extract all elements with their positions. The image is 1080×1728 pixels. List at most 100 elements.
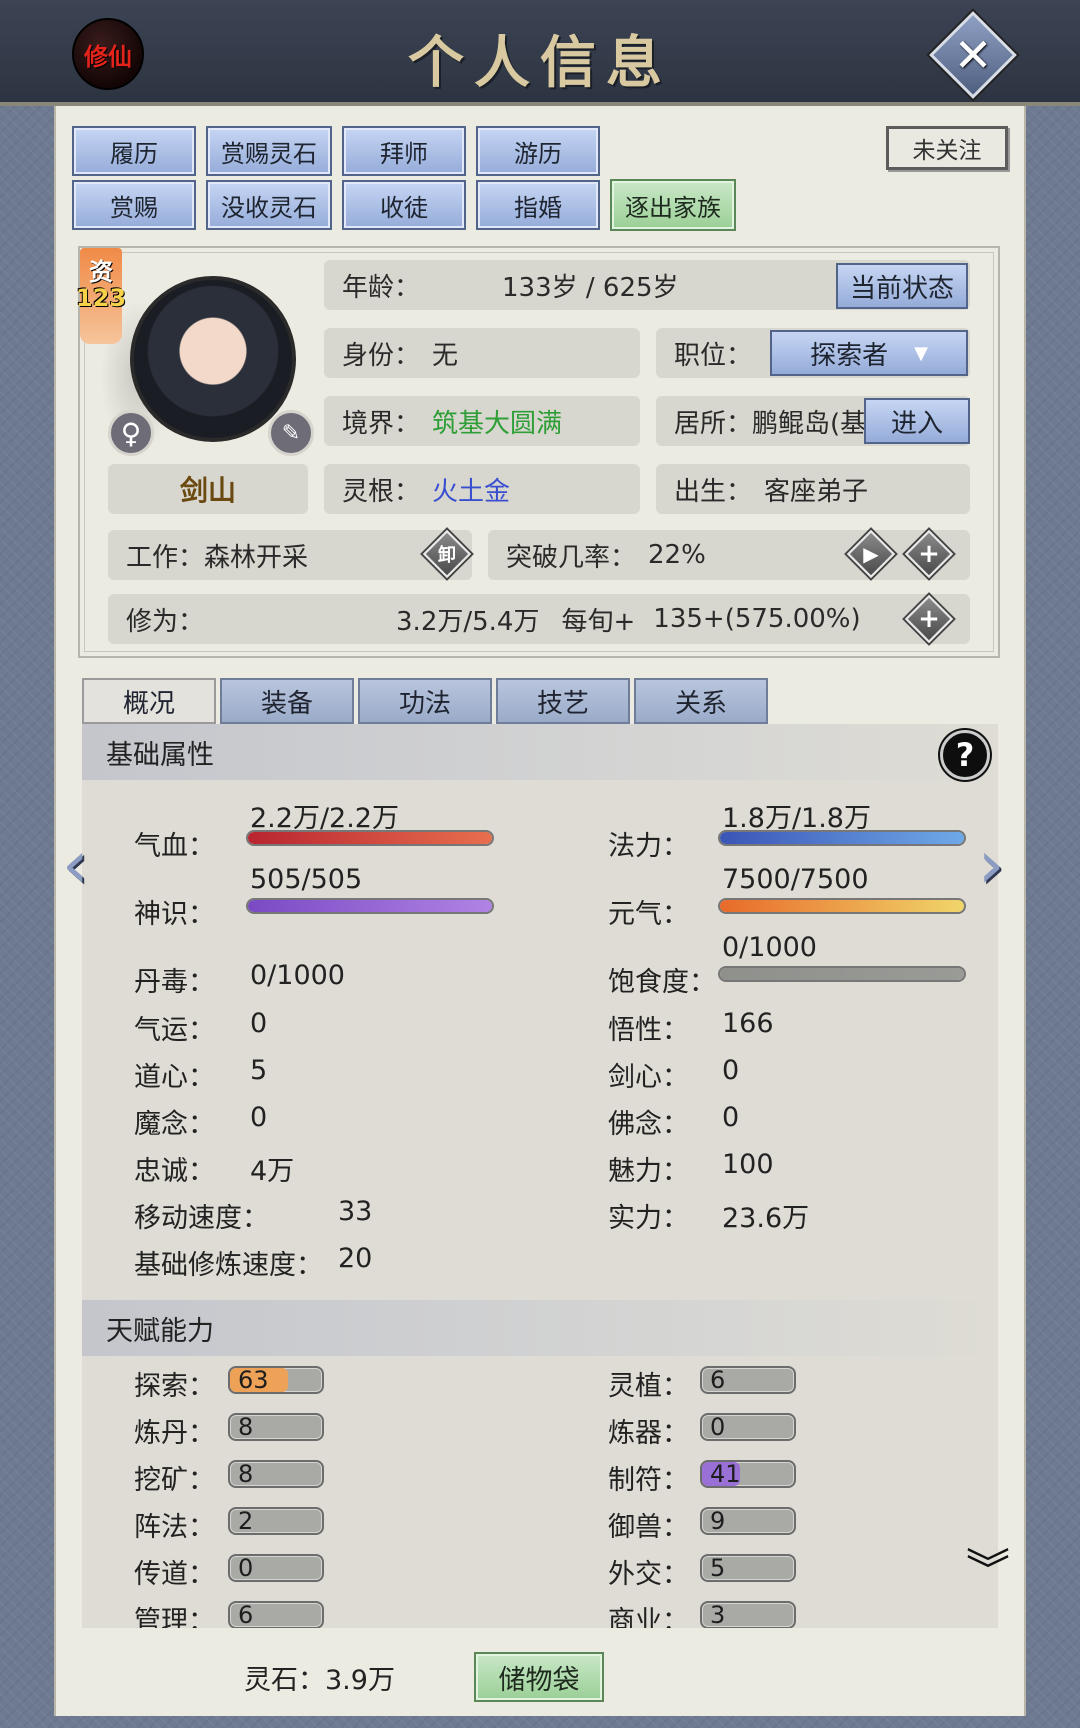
help-button[interactable]: ?: [940, 730, 990, 780]
realm-value: 筑基大圆满: [432, 408, 563, 439]
spirit-root-field: 灵根： 火土金: [324, 464, 640, 514]
talent-value-preaching: 0: [238, 1554, 254, 1582]
talent-value-formation: 2: [238, 1507, 254, 1535]
talent-bar-diplomacy: 5: [700, 1554, 796, 1582]
confiscate-stones-button[interactable]: 没收灵石: [206, 180, 332, 230]
position-value: 探索者: [810, 340, 889, 371]
spirit-root-label: 灵根：: [342, 476, 421, 507]
talent-value-beast-taming: 9: [710, 1507, 726, 1535]
pill-poison-label: 丹毒：: [134, 967, 215, 998]
take-disciple-button[interactable]: 收徒: [342, 180, 466, 230]
next-character-icon[interactable]: ›: [978, 826, 1004, 903]
birth-field: 出生： 客座弟子: [656, 464, 970, 514]
tab-techniques[interactable]: 功法: [358, 678, 492, 724]
talent-bar-planting: 6: [700, 1366, 796, 1394]
talent-value-talisman: 41: [710, 1460, 741, 1488]
plus-icon[interactable]: +: [912, 537, 946, 571]
enter-residence-button[interactable]: 进入: [864, 398, 970, 444]
mana-bar: [718, 830, 966, 846]
talent-label-formation: 阵法：: [134, 1512, 215, 1543]
satiety-bar-fill: [720, 968, 964, 980]
age-value: 133岁 / 625岁: [502, 272, 679, 303]
tab-relations[interactable]: 关系: [634, 678, 768, 724]
unequip-icon[interactable]: 卸: [430, 537, 464, 571]
talent-bar-commerce: 3: [700, 1601, 796, 1628]
talent-value-planting: 6: [710, 1366, 726, 1394]
vitality-value: 7500/7500: [722, 864, 869, 895]
chevron-down-icon: ▼: [914, 342, 928, 364]
female-icon: ♀: [108, 410, 154, 456]
position-dropdown[interactable]: 探索者 ▼: [770, 330, 968, 376]
talent-bar-talisman: 41: [700, 1460, 796, 1488]
follow-toggle-button[interactable]: 未关注: [886, 126, 1008, 170]
current-status-button[interactable]: 当前状态: [836, 263, 968, 309]
character-name[interactable]: 剑山: [108, 464, 308, 514]
talent-bar-alchemy: 8: [228, 1413, 324, 1441]
talent-bar-explore: 63: [228, 1366, 324, 1394]
hp-label: 气血：: [134, 831, 215, 862]
history-button[interactable]: 履历: [72, 126, 196, 176]
realm-label: 境界：: [342, 408, 421, 439]
dao-heart-label: 道心：: [134, 1062, 215, 1093]
cultivation-field: 修为： 3.2万/5.4万 每旬+ 135+(575.00%): [108, 594, 970, 644]
expel-from-clan-button[interactable]: 逐出家族: [610, 179, 736, 231]
loyalty-label: 忠诚：: [134, 1156, 215, 1187]
tab-overview[interactable]: 概况: [82, 678, 216, 724]
tab-equipment[interactable]: 装备: [220, 678, 354, 724]
birth-value: 客座弟子: [764, 476, 869, 507]
vitality-bar-fill: [720, 900, 964, 912]
talent-header: 天赋能力: [82, 1300, 998, 1356]
breakthrough-label: 突破几率：: [506, 542, 637, 573]
mana-bar-fill: [720, 832, 964, 844]
scroll-down-icon[interactable]: ︾: [966, 1549, 1010, 1593]
work-field: 工作： 森林开采: [108, 530, 472, 580]
talent-bar-formation: 2: [228, 1507, 324, 1535]
previous-character-icon[interactable]: ‹: [62, 826, 88, 903]
strength-label: 实力：: [608, 1203, 689, 1234]
breakthrough-value: 22%: [648, 540, 706, 570]
spirit-stones-label: 灵石：: [244, 1665, 325, 1696]
spirit-stones: 灵石：3.9万: [244, 1658, 395, 1697]
talent-label-talisman: 制符：: [608, 1465, 689, 1496]
close-icon[interactable]: ✕: [942, 20, 1004, 90]
cultivation-value: 3.2万/5.4万: [396, 606, 540, 637]
cultivation-rate-value: 135+(575.00%): [653, 604, 861, 634]
tab-skills[interactable]: 技艺: [496, 678, 630, 724]
sense-label: 神识：: [134, 899, 215, 930]
pill-poison-value: 0/1000: [250, 960, 345, 991]
talent-value-mining: 8: [238, 1460, 254, 1488]
talent-label-planting: 灵植：: [608, 1371, 689, 1402]
luck-value: 0: [250, 1008, 268, 1039]
arrange-marriage-button[interactable]: 指婚: [476, 180, 600, 230]
work-value: 森林开采: [204, 542, 309, 573]
take-master-button[interactable]: 拜师: [342, 126, 466, 176]
plus-icon[interactable]: +: [912, 602, 946, 636]
age-label: 年龄：: [342, 272, 421, 303]
base-cultivation-speed-value: 20: [338, 1243, 373, 1274]
identity-value: 无: [432, 340, 459, 371]
identity-field: 身份： 无: [324, 328, 640, 378]
brush-icon[interactable]: ✎: [268, 410, 314, 456]
reward-stones-button[interactable]: 赏赐灵石: [206, 126, 332, 176]
sword-heart-label: 剑心：: [608, 1062, 689, 1093]
demon-thought-value: 0: [250, 1102, 268, 1133]
reward-button[interactable]: 赏赐: [72, 180, 196, 230]
sense-value: 505/505: [250, 864, 363, 895]
comprehension-label: 悟性：: [608, 1015, 689, 1046]
storage-bag-button[interactable]: 储物袋: [474, 1652, 604, 1702]
realm-field: 境界： 筑基大圆满: [324, 396, 640, 446]
vitality-label: 元气：: [608, 899, 689, 930]
talent-value-explore: 63: [238, 1366, 269, 1394]
residence-value: 鹏鲲岛(基: [752, 408, 867, 439]
talent-label-management: 管理：: [134, 1606, 215, 1628]
satiety-value: 0/1000: [722, 932, 817, 963]
talent-label-explore: 探索：: [134, 1371, 215, 1402]
travel-button[interactable]: 游历: [476, 126, 600, 176]
cultivation-label: 修为：: [126, 606, 205, 637]
satiety-bar: [718, 966, 966, 982]
identity-label: 身份：: [342, 340, 421, 371]
sword-heart-value: 0: [722, 1055, 740, 1086]
buddha-thought-value: 0: [722, 1102, 740, 1133]
play-icon[interactable]: ▶: [854, 537, 888, 571]
overview-content[interactable]: 基础属性 气血： 2.2万/2.2万 法力： 1.8万/1.8万 神识： 505…: [82, 724, 998, 1628]
